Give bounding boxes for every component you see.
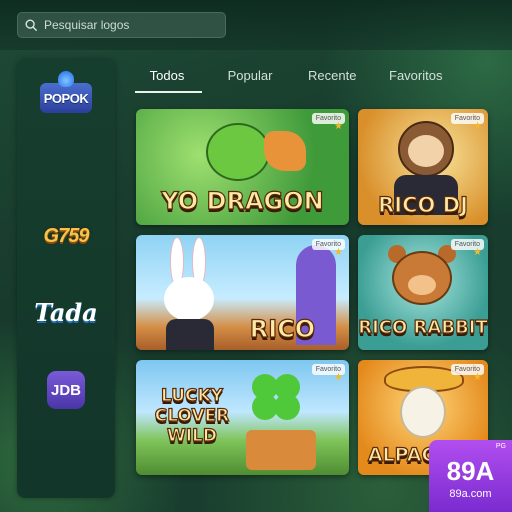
search-input[interactable] <box>44 18 214 32</box>
tab-todos[interactable]: Todos <box>149 68 185 92</box>
provider-g759[interactable]: G759 <box>17 218 115 254</box>
popok-logo: POPOK <box>40 71 92 113</box>
filter-tabs: Todos Popular Recente Favoritos <box>135 62 490 96</box>
star-icon: ★ <box>473 372 482 383</box>
provider-sidebar: POPOK G759 Tada JDB <box>17 60 115 498</box>
star-icon: ★ <box>334 247 343 258</box>
provider-jdb[interactable]: JDB <box>17 370 115 410</box>
monkey-face <box>408 135 444 167</box>
clover-leaf-4 <box>274 394 300 420</box>
gold-blocks <box>246 430 316 470</box>
g759-logo: G759 <box>43 224 90 247</box>
flame-icon <box>58 71 74 87</box>
search-box[interactable] <box>17 12 226 38</box>
game-card-yo-dragon[interactable]: Favorito ★ YO DRAGON <box>136 109 349 225</box>
game-card-rico[interactable]: Favorito ★ RICO <box>136 235 349 350</box>
tab-recente[interactable]: Recente <box>308 68 356 92</box>
tab-popular[interactable]: Popular <box>227 68 273 92</box>
site-watermark: PG 89A 89a.com <box>429 440 512 512</box>
watermark-domain: 89a.com <box>449 488 492 500</box>
game-card-lucky-clover-wild[interactable]: Favorito ★ LUCKY CLOVER WILD <box>136 360 349 475</box>
game-card-rico-dj[interactable]: Favorito ★ RICO DJ <box>358 109 488 225</box>
watermark-tag: PG <box>495 443 506 450</box>
game-title: RICO <box>249 314 316 343</box>
star-icon: ★ <box>334 121 343 132</box>
tada-logo: Tada <box>34 297 98 327</box>
game-title: YO DRAGON <box>161 186 325 215</box>
star-icon: ★ <box>473 121 482 132</box>
jdb-logo: JDB <box>47 371 85 409</box>
top-bar <box>0 0 512 50</box>
provider-tada[interactable]: Tada <box>17 292 115 332</box>
active-tab-indicator <box>135 91 202 93</box>
dragon-art <box>206 123 270 181</box>
game-card-rico-rabbit[interactable]: Favorito ★ RICO RABBIT <box>358 235 488 350</box>
dragon-wing <box>264 131 306 171</box>
watermark-brand: 89A <box>446 456 495 486</box>
bear-muzzle <box>408 275 436 295</box>
tab-favoritos[interactable]: Favoritos <box>389 68 442 92</box>
game-title: LUCKY CLOVER WILD <box>154 385 230 446</box>
jdb-label: JDB <box>50 381 81 399</box>
popok-label: POPOK <box>43 90 89 106</box>
alpaca-art <box>400 386 446 438</box>
game-title: RICO DJ <box>377 192 468 217</box>
game-title: RICO RABBIT <box>358 316 488 338</box>
search-icon <box>25 19 37 31</box>
star-icon: ★ <box>334 372 343 383</box>
provider-popok[interactable]: POPOK <box>17 71 115 120</box>
star-icon: ★ <box>473 247 482 258</box>
